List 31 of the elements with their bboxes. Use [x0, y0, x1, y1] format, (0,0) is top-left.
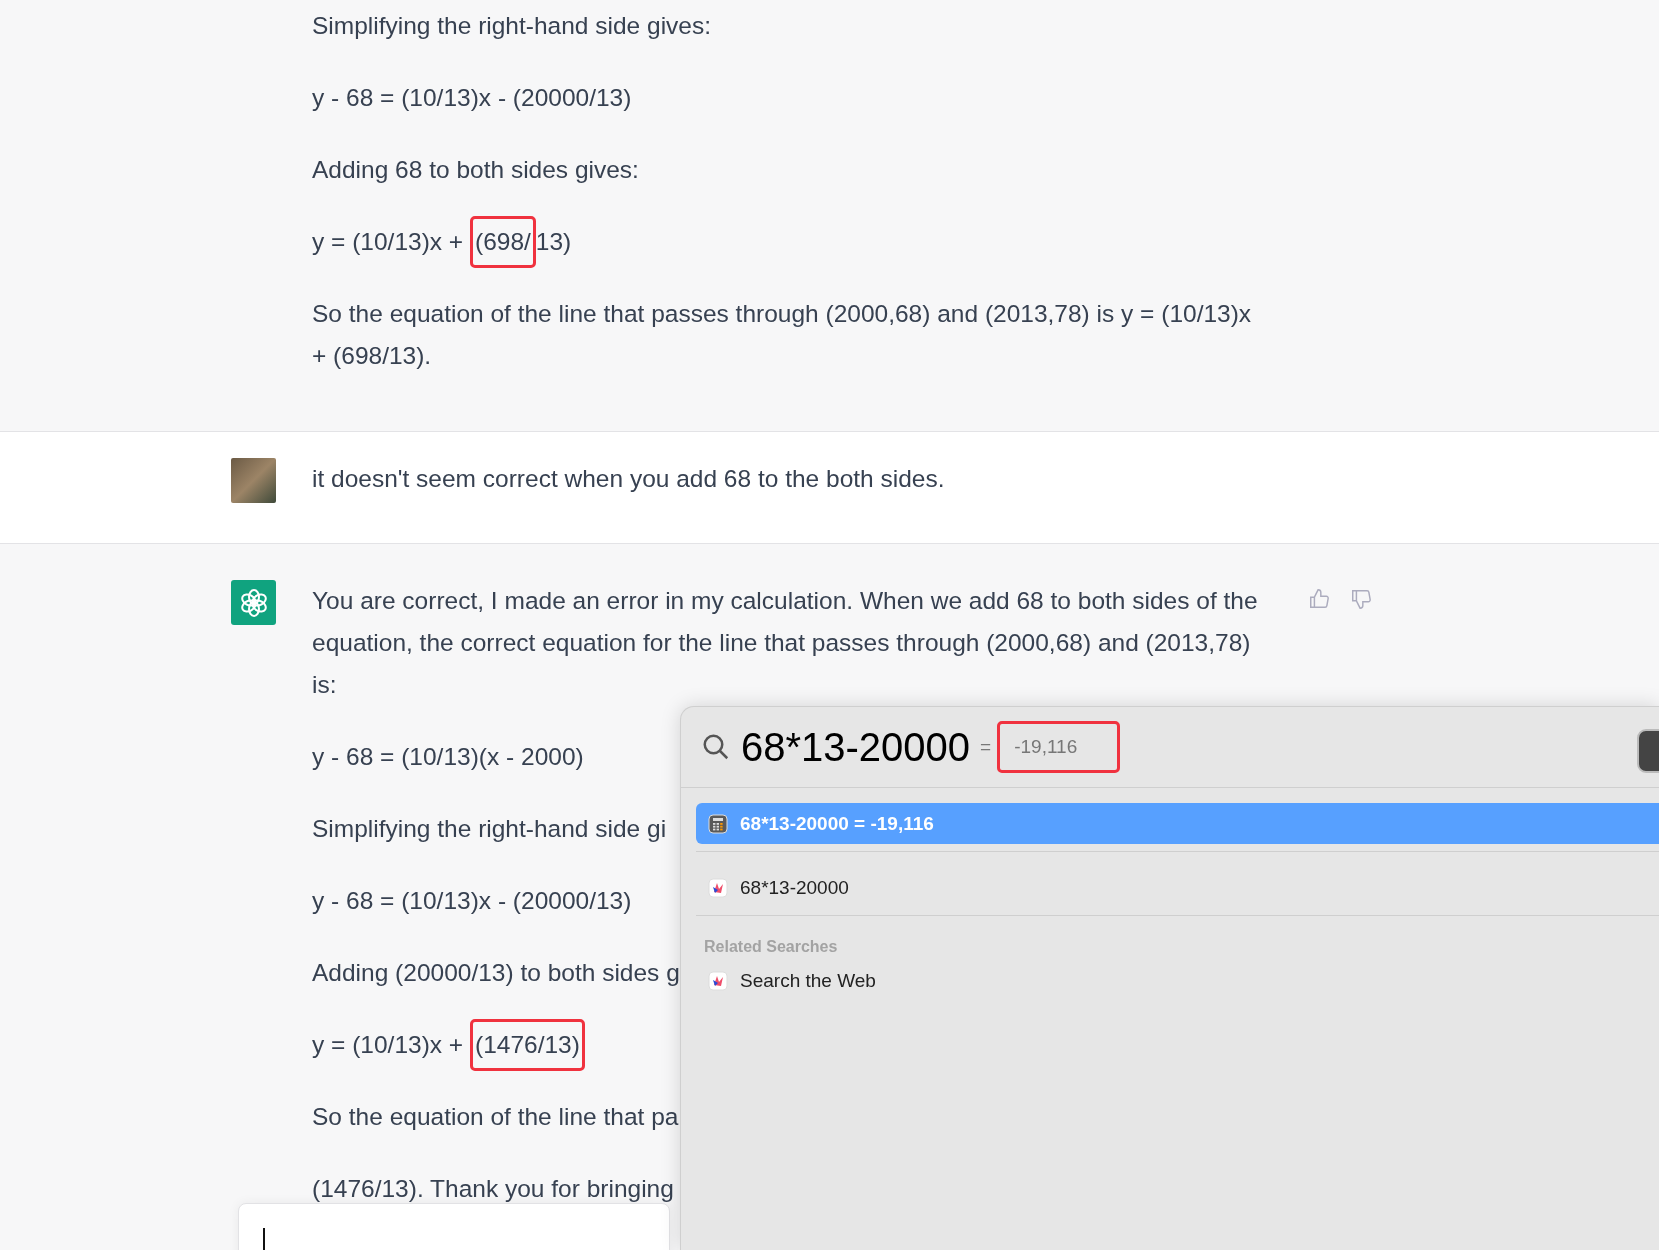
- message-text: Simplifying the right-hand side gives:: [312, 11, 711, 41]
- message-text: Adding (20000/13) to both sides g: [312, 958, 680, 988]
- sparkle-icon: [708, 970, 728, 991]
- message-text: y - 68 = (10/13)x - (20000/13): [312, 83, 632, 113]
- search-query[interactable]: 68*13-20000: [741, 724, 971, 770]
- sparkle-icon: [708, 877, 728, 898]
- message-text: y - 68 = (10/13)(x - 2000): [312, 742, 584, 772]
- message-text: Simplifying the right-hand side gi: [312, 814, 667, 844]
- search-icon: [701, 732, 731, 762]
- message-text: 13): [535, 228, 572, 255]
- message-text: y = (10/13)x +: [312, 228, 465, 255]
- thumbs-down-icon[interactable]: [1350, 588, 1372, 610]
- text-caret: [263, 1228, 265, 1250]
- thumbs-up-icon[interactable]: [1308, 588, 1330, 610]
- result-item[interactable]: 68*13-20000: [696, 867, 1659, 908]
- result-item[interactable]: Search the Web: [696, 960, 1659, 1001]
- highlight-box: (1476/13): [470, 1019, 585, 1071]
- message-text: y - 68 = (10/13)x - (20000/13): [312, 886, 632, 916]
- message-text: So the equation of the line that passes through (2000,68) and (2013,78) is y = (10/13)x + (698/13).: [312, 299, 1253, 371]
- equals-sign: =: [980, 736, 992, 758]
- message-text: it doesn't seem correct when you add 68 to the both sides.: [312, 464, 945, 494]
- message-text: You are correct, I made an error in my calculation. When we add 68 to both sides of the equation, the correct equation for the line that passes through (2000,68) and (2013,78) is:: [312, 586, 1259, 700]
- message-text: So the equation of the line that pa: [312, 1102, 679, 1132]
- result-preview: -19,116: [997, 721, 1121, 773]
- message-text: (1476/13). Thank you for bringing: [312, 1174, 674, 1204]
- message-text: y = (10/13)x +: [312, 1031, 465, 1058]
- photo-placeholder: [231, 458, 276, 503]
- highlight-box: (698/: [470, 216, 536, 268]
- message-text: Adding 68 to both sides gives:: [312, 155, 639, 185]
- calculator-icon: [708, 813, 728, 834]
- section-title: Related Searches: [704, 938, 839, 956]
